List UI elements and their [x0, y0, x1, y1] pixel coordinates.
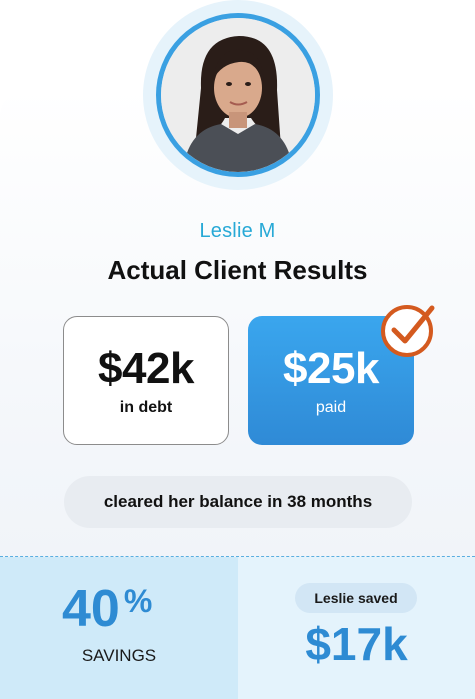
saved-amount: $17k — [305, 618, 408, 670]
avatar-ring — [143, 0, 333, 190]
checkmark-circle-icon — [381, 305, 435, 357]
saved-label-pill: Leslie saved — [295, 583, 417, 613]
savings-percent-value: 40 — [62, 580, 120, 638]
avatar — [156, 13, 320, 177]
page-title: Actual Client Results — [107, 255, 368, 285]
paid-value: $25k — [283, 343, 379, 393]
paid-label: paid — [315, 398, 347, 416]
client-photo — [161, 18, 315, 172]
client-name: Leslie M — [199, 220, 276, 242]
savings-percent: 40 % — [62, 579, 152, 639]
savings-percent-symbol: % — [123, 583, 153, 619]
savings-panel: 40 % SAVINGS — [0, 557, 238, 699]
debt-label: in debt — [119, 398, 173, 416]
savings-footer: 40 % SAVINGS $17k — [0, 556, 475, 699]
saved-panel: $17k — [238, 557, 475, 699]
debt-stat: $42k in debt — [63, 316, 229, 445]
summary-pill: cleared her balance in 38 months — [64, 476, 412, 528]
savings-label: SAVINGS — [81, 646, 157, 665]
debt-value: $42k — [98, 343, 194, 393]
